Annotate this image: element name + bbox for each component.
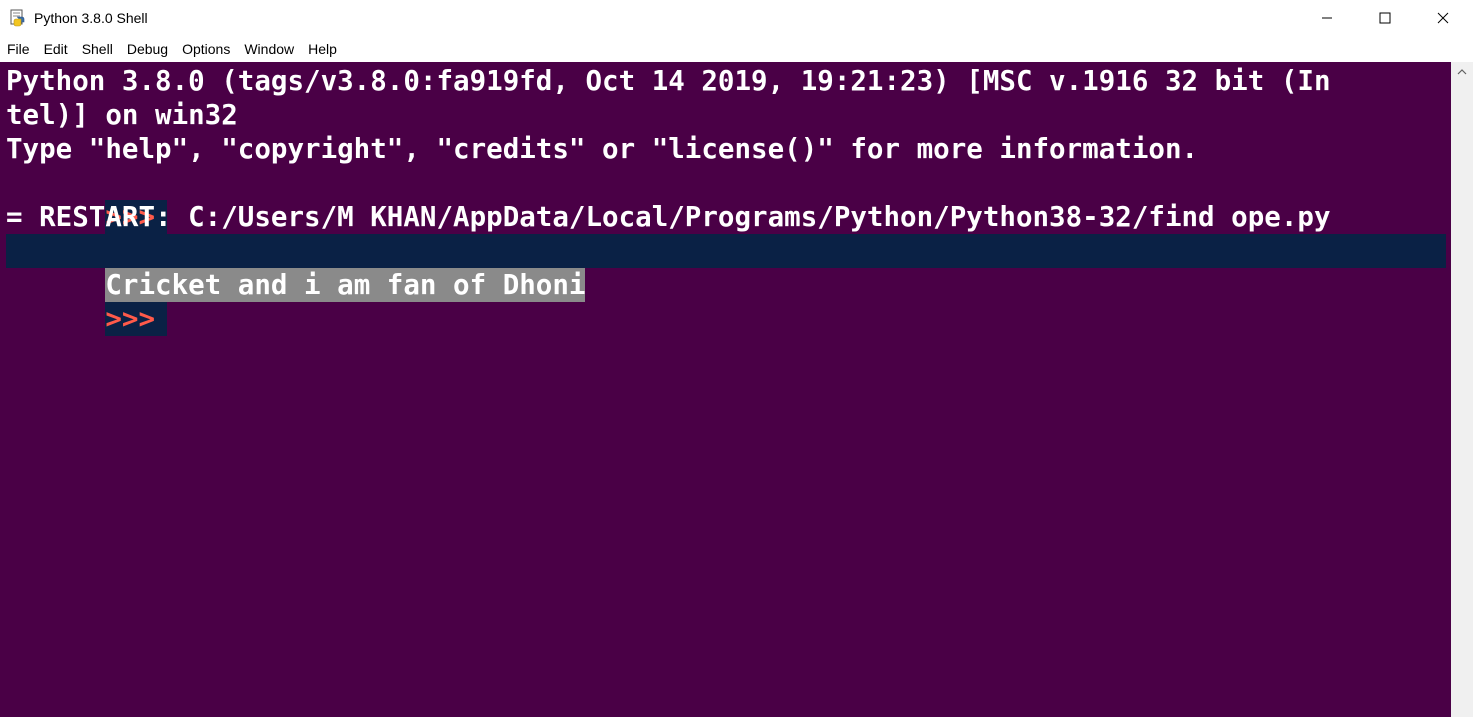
- restart-line: = RESTART: C:/Users/M KHAN/AppData/Local…: [6, 201, 1331, 233]
- output-line: Cricket and i am fan of Dhoni: [6, 234, 586, 302]
- close-button[interactable]: [1414, 0, 1472, 36]
- shell-text-area[interactable]: Python 3.8.0 (tags/v3.8.0:fa919fd, Oct 1…: [0, 62, 1451, 717]
- menu-options[interactable]: Options: [175, 37, 237, 61]
- selected-output-text: Cricket and i am fan of Dhoni: [105, 268, 586, 302]
- close-icon: [1437, 12, 1449, 24]
- shell-prompt-active: >>>: [105, 302, 168, 336]
- menu-file[interactable]: File: [0, 37, 37, 61]
- minimize-button[interactable]: [1298, 0, 1356, 36]
- banner-line-3: Type "help", "copyright", "credits" or "…: [6, 133, 1199, 165]
- menu-edit[interactable]: Edit: [37, 37, 75, 61]
- menu-help[interactable]: Help: [301, 37, 344, 61]
- chevron-up-icon: [1457, 69, 1467, 75]
- menu-shell[interactable]: Shell: [75, 37, 120, 61]
- banner-line-1: Python 3.8.0 (tags/v3.8.0:fa919fd, Oct 1…: [6, 65, 1331, 97]
- maximize-icon: [1379, 12, 1391, 24]
- menu-window[interactable]: Window: [237, 37, 301, 61]
- maximize-button[interactable]: [1356, 0, 1414, 36]
- menu-bar: File Edit Shell Debug Options Window Hel…: [0, 37, 1473, 61]
- menu-debug[interactable]: Debug: [120, 37, 175, 61]
- python-idle-icon: [10, 9, 25, 27]
- window-title: Python 3.8.0 Shell: [34, 10, 148, 26]
- prompt-line-1: >>>: [6, 166, 168, 234]
- title-bar[interactable]: Python 3.8.0 Shell: [0, 0, 1473, 37]
- idle-shell-window: Python 3.8.0 Shell File Edit Shell Debug…: [0, 0, 1473, 717]
- vertical-scrollbar[interactable]: [1451, 62, 1473, 717]
- prompt-line-2[interactable]: >>>: [6, 268, 168, 336]
- banner-line-2: tel)] on win32: [6, 99, 238, 131]
- scroll-up-button[interactable]: [1451, 62, 1473, 82]
- minimize-icon: [1322, 17, 1332, 19]
